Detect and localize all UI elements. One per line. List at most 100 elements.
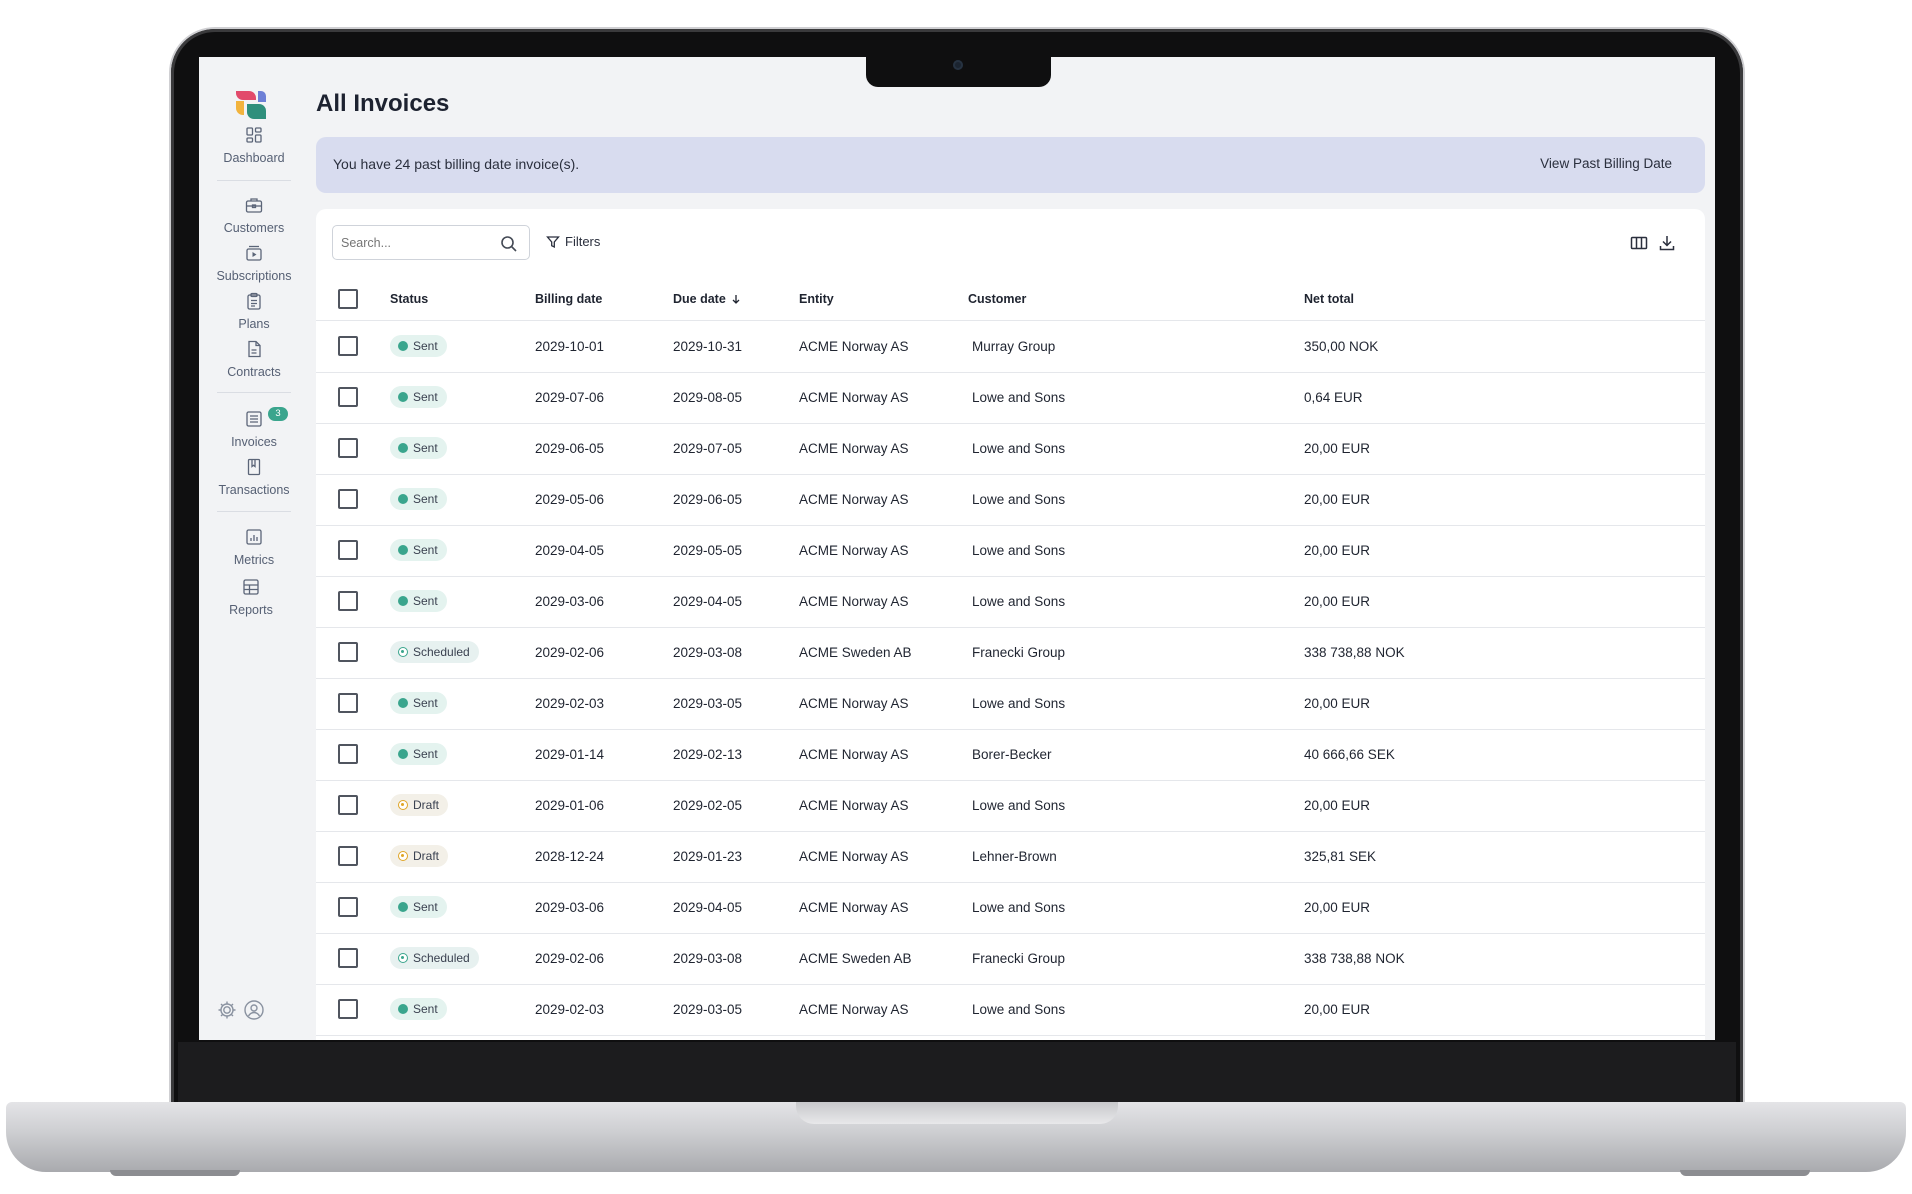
table-row[interactable]: Sent 2029-10-01 2029-10-31 ACME Norway AS Mu… — [316, 322, 1705, 373]
status-badge: Draft — [390, 794, 449, 816]
row-checkbox[interactable] — [338, 387, 358, 407]
billing-date-cell: 2029-10-01 — [535, 339, 605, 354]
table-row[interactable]: Sent 2029-01-14 2029-02-13 ACME Norway AS Bo… — [316, 730, 1705, 781]
customer-cell: Lowe and Sons — [972, 696, 1066, 711]
row-checkbox[interactable] — [338, 489, 358, 509]
table-row[interactable]: Sent 2029-02-03 2029-03-05 ACME Norway AS Lo… — [316, 985, 1705, 1036]
sidebar-item-transactions[interactable]: Transactions — [199, 457, 309, 497]
sidebar-item-dashboard[interactable]: Dashboard — [199, 125, 309, 165]
status-label: Sent — [413, 747, 438, 761]
row-checkbox[interactable] — [338, 540, 358, 560]
row-checkbox[interactable] — [338, 846, 358, 866]
table-row[interactable]: Draft 2028-12-24 2029-01-23 ACME Norway AS L… — [316, 832, 1705, 883]
nav-divider — [217, 180, 291, 181]
customer-cell: Franecki Group — [972, 951, 1066, 966]
table-row[interactable]: Sent 2029-07-06 2029-08-05 ACME Norway AS Lo… — [316, 373, 1705, 424]
row-checkbox[interactable] — [338, 438, 358, 458]
table-row[interactable]: Sent 2029-03-06 2029-04-05 ACME Norway AS Lo… — [316, 577, 1705, 628]
status-label: Sent — [413, 1002, 438, 1016]
status-badge: Sent — [390, 386, 447, 408]
billing-date-cell: 2028-12-24 — [535, 849, 605, 864]
settings-gear-icon[interactable] — [216, 999, 238, 1021]
status-scheduled-icon — [398, 647, 408, 657]
row-checkbox[interactable] — [338, 897, 358, 917]
document-icon — [248, 340, 261, 358]
column-header-billing-date[interactable]: Billing date — [535, 292, 602, 306]
table-row[interactable]: Sent 2029-05-06 2029-06-05 ACME Norway AS Lo… — [316, 475, 1705, 526]
column-header-customer[interactable]: Customer — [968, 292, 1026, 306]
row-checkbox[interactable] — [338, 336, 358, 356]
sidebar-item-label: Dashboard — [223, 151, 285, 165]
app-logo[interactable] — [233, 87, 269, 123]
row-checkbox[interactable] — [338, 693, 358, 713]
customer-cell: Franecki Group — [972, 645, 1066, 660]
row-checkbox[interactable] — [338, 642, 358, 662]
search-input[interactable] — [341, 234, 491, 252]
due-date-cell: 2029-10-31 — [673, 339, 743, 354]
status-badge: Sent — [390, 998, 447, 1020]
customer-cell: Lowe and Sons — [972, 594, 1066, 609]
column-header-status[interactable]: Status — [390, 292, 428, 306]
columns-icon[interactable] — [1629, 233, 1649, 253]
customer-cell: Lowe and Sons — [972, 390, 1066, 405]
sidebar-item-reports[interactable]: Reports — [199, 577, 306, 617]
past-billing-banner: You have 24 past billing date invoice(s)… — [316, 137, 1705, 193]
table-row[interactable]: Draft 2029-01-06 2029-02-05 ACME Norway AS L… — [316, 781, 1705, 832]
row-checkbox[interactable] — [338, 744, 358, 764]
table-row[interactable]: Scheduled 2029-02-06 2029-03-08 ACME Sweden… — [316, 934, 1705, 985]
due-date-cell: 2029-03-05 — [673, 1002, 743, 1017]
column-header-due-date[interactable]: Due date — [673, 292, 742, 306]
sidebar-item-customers[interactable]: Customers — [199, 195, 309, 235]
status-sent-icon — [398, 596, 408, 606]
net-total-cell: 20,00 EUR — [1304, 441, 1371, 456]
net-total-cell: 325,81 SEK — [1304, 849, 1377, 864]
row-checkbox[interactable] — [338, 591, 358, 611]
net-total-cell: 350,00 NOK — [1304, 339, 1379, 354]
sidebar-item-contracts[interactable]: Contracts — [199, 339, 309, 379]
net-total-cell: 338 738,88 NOK — [1304, 645, 1405, 660]
select-all-checkbox[interactable] — [338, 289, 358, 309]
billing-date-cell: 2029-01-06 — [535, 798, 605, 813]
filters-button[interactable]: Filters — [546, 234, 600, 249]
status-sent-icon — [398, 698, 408, 708]
net-total-cell: 20,00 EUR — [1304, 696, 1371, 711]
net-total-cell: 40 666,66 SEK — [1304, 747, 1395, 762]
row-checkbox[interactable] — [338, 948, 358, 968]
due-date-cell: 2029-07-05 — [673, 441, 743, 456]
app-screen: Dashboard Customers Subscriptions Plans — [199, 57, 1715, 1040]
billing-date-cell: 2029-02-06 — [535, 951, 605, 966]
status-label: Draft — [413, 849, 440, 863]
table-row[interactable]: Sent 2029-04-05 2029-05-05 ACME Norway AS Lo… — [316, 526, 1705, 577]
search-icon[interactable] — [499, 234, 519, 254]
nav-divider — [217, 392, 291, 393]
status-badge: Sent — [390, 335, 447, 357]
entity-cell: ACME Norway AS — [799, 594, 909, 609]
table-row[interactable]: Sent 2029-03-06 2029-04-05 ACME Norway AS Lo… — [316, 883, 1705, 934]
user-profile-icon[interactable] — [243, 999, 265, 1021]
sidebar-item-metrics[interactable]: Metrics — [199, 527, 309, 567]
sidebar-item-invoices[interactable]: 3 Invoices — [199, 407, 309, 449]
search-box[interactable] — [332, 225, 530, 260]
row-checkbox[interactable] — [338, 999, 358, 1019]
sidebar-item-subscriptions[interactable]: Subscriptions — [199, 243, 309, 283]
column-header-net-total[interactable]: Net total — [1304, 292, 1354, 306]
download-icon[interactable] — [1657, 233, 1677, 253]
sidebar-item-plans[interactable]: Plans — [199, 291, 309, 331]
table-row[interactable]: Sent 2029-06-05 2029-07-05 ACME Norway AS Lo… — [316, 424, 1705, 475]
invoices-count-badge: 3 — [268, 407, 288, 421]
sidebar-item-label: Contracts — [227, 365, 281, 379]
chart-icon — [246, 529, 262, 545]
sidebar-item-label: Customers — [223, 221, 285, 235]
status-badge: Sent — [390, 896, 447, 918]
table-header: Status Billing date Due date Entity Cust… — [316, 277, 1705, 321]
due-date-cell: 2029-04-05 — [673, 900, 743, 915]
column-header-entity[interactable]: Entity — [799, 292, 834, 306]
row-checkbox[interactable] — [338, 795, 358, 815]
net-total-cell: 338 738,88 NOK — [1304, 951, 1405, 966]
view-past-billing-link[interactable]: View Past Billing Date — [1540, 156, 1672, 171]
column-label: Status — [390, 292, 429, 306]
customer-cell: Murray Group — [972, 339, 1056, 354]
table-row[interactable]: Sent 2029-02-03 2029-03-05 ACME Norway AS Lo… — [316, 679, 1705, 730]
status-badge: Sent — [390, 437, 447, 459]
table-row[interactable]: Scheduled 2029-02-06 2029-03-08 ACME Sweden… — [316, 628, 1705, 679]
